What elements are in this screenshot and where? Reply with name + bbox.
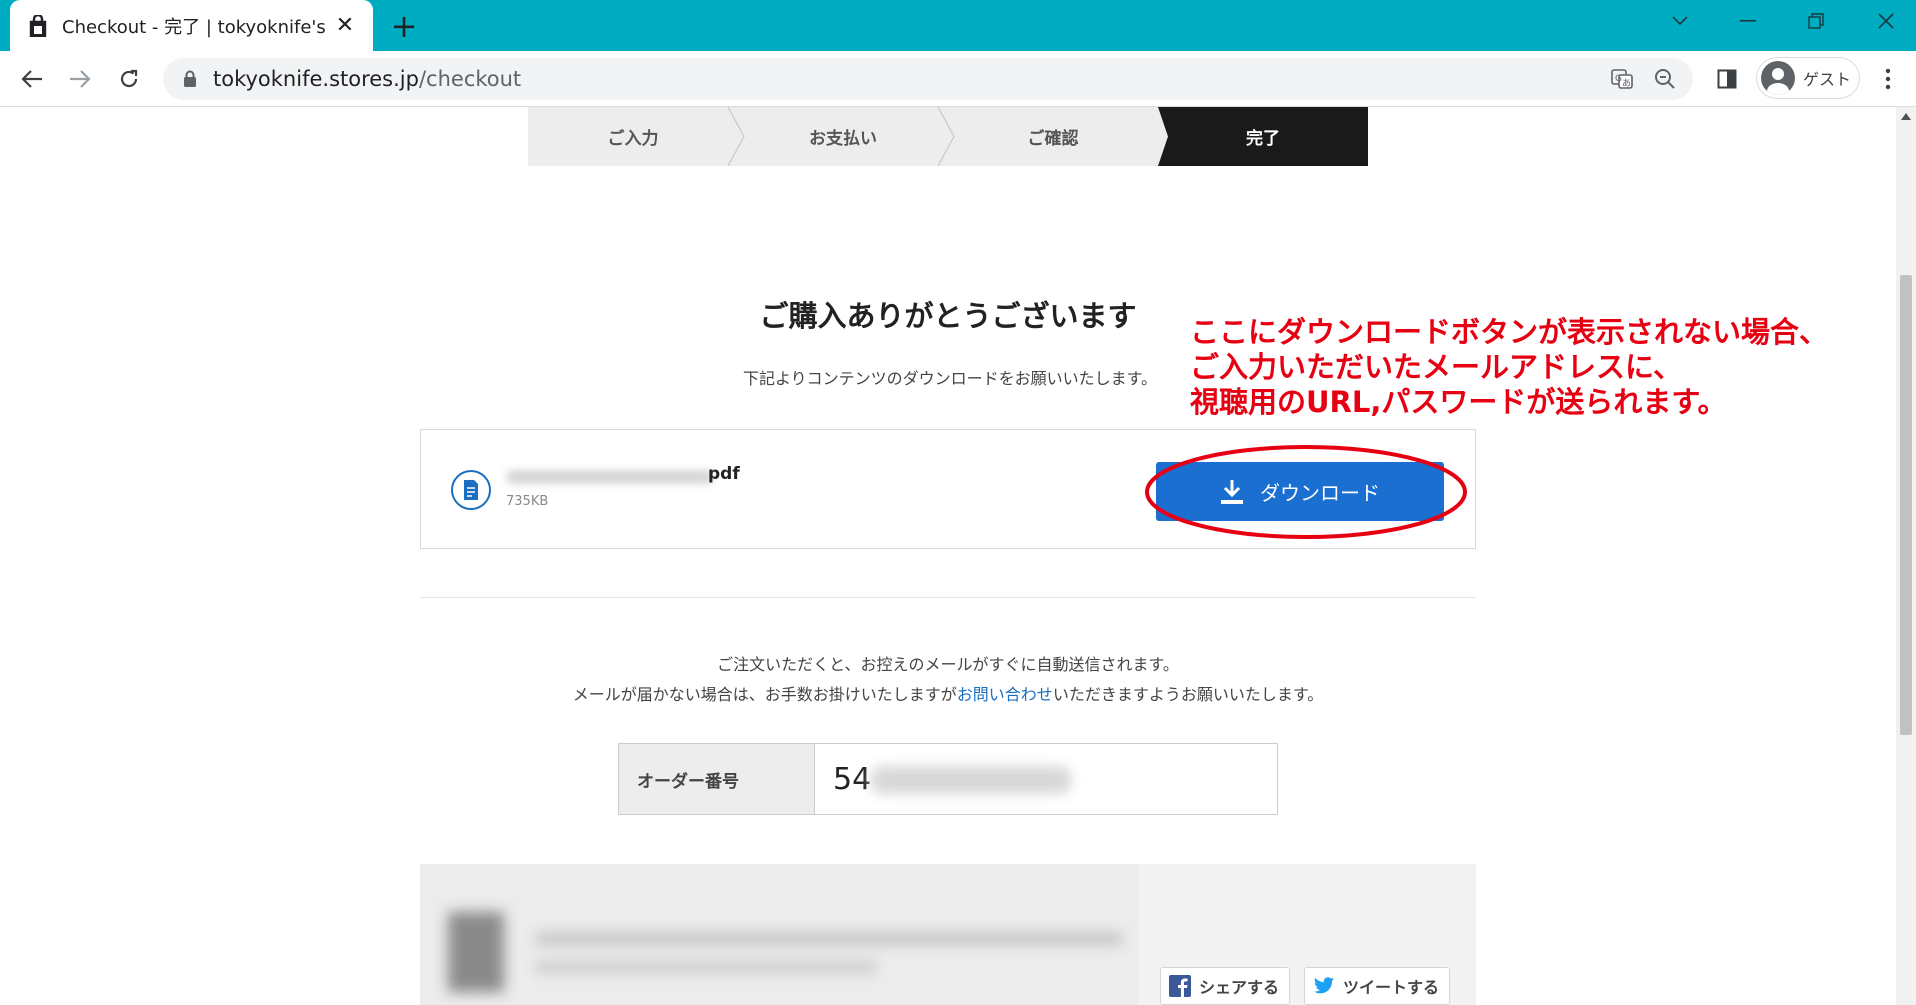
tab-title: Checkout - 完了 | tokyoknife's ST	[62, 16, 327, 38]
product-image	[448, 912, 504, 992]
order-number-label: オーダー番号	[619, 744, 815, 814]
page-content: ご入力 お支払い ご確認 完了 ご購入ありがとうございます 下記よりコンテンツの…	[0, 107, 1896, 1005]
file-name-redacted	[506, 470, 714, 484]
page-scrollbar[interactable]	[1896, 107, 1916, 1005]
file-size: 735KB	[506, 494, 549, 509]
profile-label: ゲスト	[1803, 70, 1852, 89]
browser-tab-strip: Checkout - 完了 | tokyoknife's ST ✕ +	[0, 0, 1916, 51]
section-divider	[420, 597, 1476, 598]
reload-icon[interactable]	[114, 64, 144, 94]
annotation-note: ここにダウンロードボタンが表示されない場合、 ご入力いただいたメールアドレスに、…	[1190, 315, 1829, 419]
profile-button[interactable]: ゲスト	[1756, 57, 1860, 99]
product-section: シェアする ツイートする	[420, 864, 1476, 1005]
email-notice-line1: ご注文いただくと、お控えのメールがすぐに自動送信されます。	[717, 655, 1179, 674]
tab-search-icon[interactable]	[1652, 0, 1708, 42]
annotation-ellipse	[1145, 445, 1467, 539]
scroll-thumb[interactable]	[1900, 275, 1912, 735]
minimize-icon[interactable]	[1720, 0, 1776, 42]
document-icon	[451, 470, 491, 510]
step-input: ご入力	[528, 107, 738, 166]
new-tab-icon[interactable]: +	[390, 10, 418, 42]
email-notice-line2: メールが届かない場合は、お手数お掛けいたしますがお問い合わせいただきますようお願…	[572, 685, 1324, 704]
product-subtitle-redacted	[536, 960, 876, 974]
back-icon[interactable]	[17, 64, 47, 94]
store-favicon-icon	[29, 14, 47, 37]
browser-toolbar: tokyoknife.stores.jp/checkout G あ ゲスト	[0, 51, 1916, 107]
step-payment: お支払い	[738, 107, 948, 166]
product-info-redacted	[420, 864, 1138, 1005]
restore-icon[interactable]	[1788, 0, 1844, 42]
product-title-redacted	[536, 932, 1122, 946]
tab-close-icon[interactable]: ✕	[333, 13, 357, 38]
zoom-icon[interactable]	[1653, 67, 1677, 91]
guest-avatar-icon	[1761, 61, 1795, 95]
svg-text:あ: あ	[1622, 78, 1631, 89]
menu-icon[interactable]	[1873, 64, 1903, 94]
close-window-icon[interactable]	[1858, 0, 1914, 42]
side-panel-icon[interactable]	[1712, 64, 1742, 94]
order-number-table: オーダー番号 54	[618, 743, 1278, 815]
step-separator	[1158, 107, 1168, 166]
step-confirm: ご確認	[948, 107, 1158, 166]
forward-icon[interactable]	[65, 64, 95, 94]
svg-text:G: G	[1615, 74, 1622, 84]
browser-tab[interactable]: Checkout - 完了 | tokyoknife's ST ✕	[10, 0, 373, 51]
twitter-icon	[1313, 975, 1335, 997]
scroll-up-icon[interactable]	[1901, 113, 1911, 120]
contact-link[interactable]: お問い合わせ	[957, 685, 1053, 704]
checkout-steps: ご入力 お支払い ご確認 完了	[528, 107, 1368, 166]
lock-icon[interactable]	[183, 70, 197, 88]
step-separator	[938, 107, 955, 166]
translate-icon[interactable]: G あ	[1610, 67, 1634, 91]
order-number-redacted	[871, 766, 1071, 794]
step-separator	[728, 107, 745, 166]
url-text[interactable]: tokyoknife.stores.jp/checkout	[213, 67, 521, 91]
facebook-icon	[1169, 975, 1191, 997]
file-extension: pdf	[708, 464, 740, 484]
facebook-share-button[interactable]: シェアする	[1160, 967, 1291, 1005]
step-complete: 完了	[1158, 107, 1368, 166]
twitter-share-button[interactable]: ツイートする	[1304, 967, 1451, 1005]
address-bar[interactable]: tokyoknife.stores.jp/checkout G あ	[163, 58, 1693, 100]
order-number-value: 54	[815, 744, 1277, 814]
download-instruction: 下記よりコンテンツのダウンロードをお願いいたします。	[742, 369, 1158, 388]
